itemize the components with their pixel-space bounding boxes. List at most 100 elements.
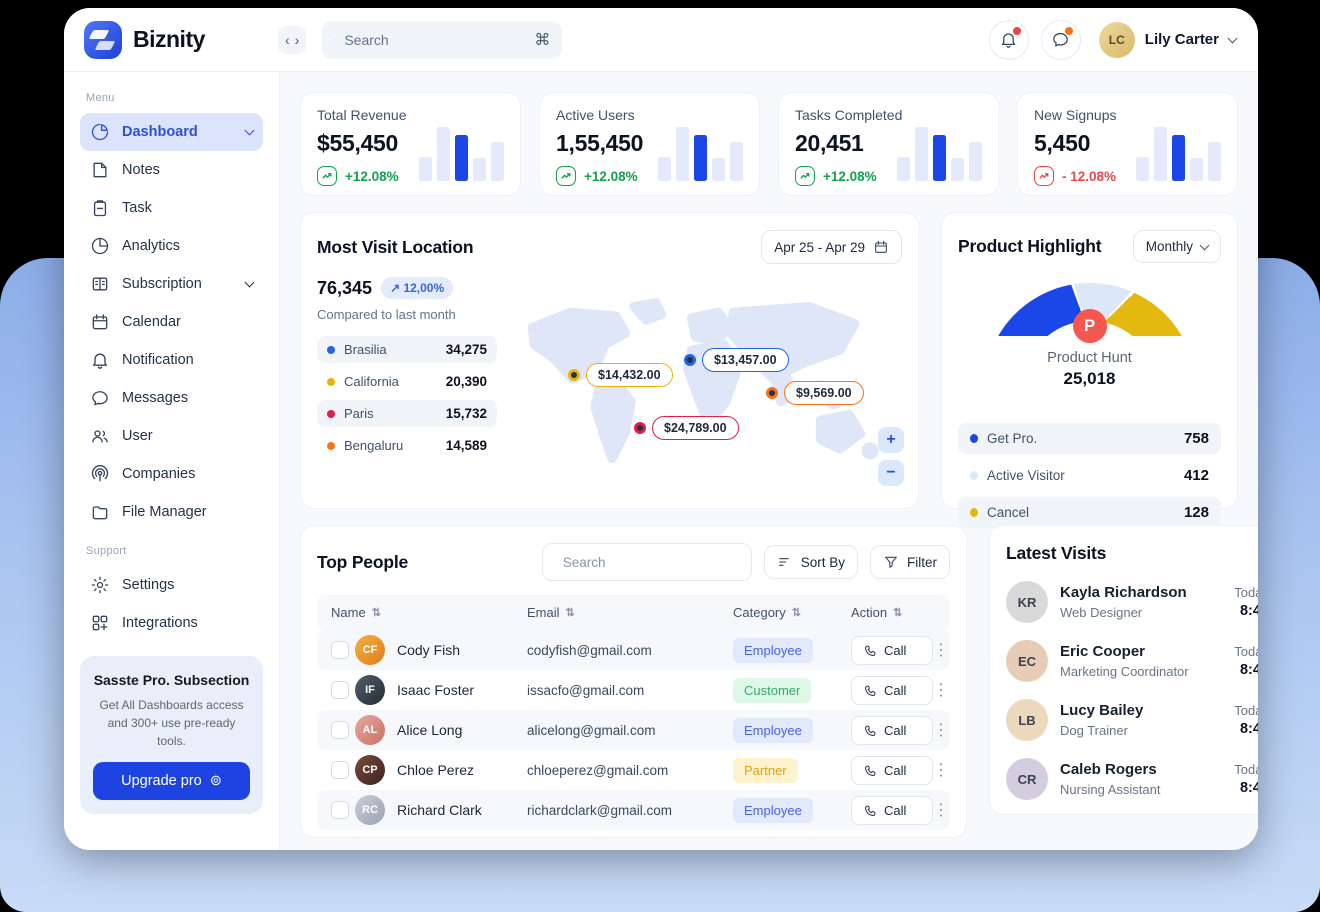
row-menu-button[interactable]: ⋮	[933, 760, 950, 780]
people-search[interactable]	[542, 543, 752, 581]
search-input[interactable]	[344, 32, 525, 48]
column-header-email[interactable]: Email⇅	[527, 605, 733, 620]
history-nav-buttons[interactable]: ‹ ›	[278, 26, 306, 54]
bell-icon	[90, 350, 110, 370]
gauge-value: 25,018	[984, 369, 1196, 389]
row-avatar: CP	[355, 755, 385, 785]
location-value: 15,732	[446, 406, 487, 421]
sidebar-item-label: Dashboard	[122, 124, 198, 140]
world-map[interactable]: $14,432.00 $13,457.00 $9,569.00 $24	[506, 285, 904, 498]
user-menu[interactable]: LC Lily Carter	[1099, 22, 1236, 58]
sidebar-item-analytics[interactable]: Analytics	[80, 227, 263, 265]
person-name: Isaac Foster	[397, 682, 527, 698]
row-checkbox[interactable]	[331, 641, 349, 659]
location-name: California	[344, 374, 399, 389]
chevron-down-icon	[245, 278, 255, 288]
stat-title: Active Users	[556, 107, 743, 123]
call-button[interactable]: Call	[851, 636, 933, 665]
sidebar-item-notification[interactable]: Notification	[80, 341, 263, 379]
sidebar-item-integrations[interactable]: Integrations	[80, 604, 263, 642]
row-menu-button[interactable]: ⋮	[933, 640, 950, 660]
sidebar-item-companies[interactable]: Companies	[80, 455, 263, 493]
visitor-role: Marketing Coordinator	[1060, 664, 1189, 679]
map-marker-dot	[634, 422, 646, 434]
date-range-picker[interactable]: Apr 25 - Apr 29	[761, 230, 902, 264]
legend-value: 758	[1184, 430, 1209, 447]
location-name: Paris	[344, 406, 374, 421]
users-icon	[90, 426, 110, 446]
sidebar-item-messages[interactable]: Messages	[80, 379, 263, 417]
column-header-name[interactable]: Name⇅	[331, 605, 527, 620]
map-label-brasilia[interactable]: $24,789.00	[634, 416, 739, 440]
row-menu-button[interactable]: ⋮	[933, 680, 950, 700]
person-name: Chloe Perez	[397, 762, 527, 778]
sidebar-item-label: Notification	[122, 352, 194, 368]
sidebar-item-settings[interactable]: Settings	[80, 566, 263, 604]
map-value-tag: $9,569.00	[784, 381, 864, 405]
map-label-california[interactable]: $14,432.00	[568, 363, 673, 387]
most-visit-location-card: Most Visit Location Apr 25 - Apr 29 76,3…	[300, 212, 919, 509]
phone-icon	[864, 644, 877, 657]
calendar-icon	[873, 239, 889, 255]
product-hunt-logo-icon: P	[1073, 309, 1107, 343]
filter-button[interactable]: Filter	[870, 545, 950, 579]
map-zoom-in-button[interactable]: +	[878, 427, 904, 453]
sidebar-item-user[interactable]: User	[80, 417, 263, 455]
sidebar-item-label: Messages	[122, 390, 188, 406]
row-menu-button[interactable]: ⋮	[933, 800, 950, 820]
row-checkbox[interactable]	[331, 801, 349, 819]
top-bar: Biznity ‹ › ⌘ LC Lily Carter	[64, 8, 1258, 72]
messages-button[interactable]	[1041, 20, 1081, 60]
sidebar-item-calendar[interactable]: Calendar	[80, 303, 263, 341]
map-zoom-out-button[interactable]: −	[878, 460, 904, 486]
location-name: Bengaluru	[344, 438, 403, 453]
map-label-europe[interactable]: $13,457.00	[684, 348, 789, 372]
legend-row: Get Pro. 758	[958, 423, 1221, 454]
sidebar-item-subscription[interactable]: Subscription	[80, 265, 263, 303]
person-name: Richard Clark	[397, 802, 527, 818]
chevron-down-icon	[1200, 240, 1210, 250]
map-marker-dot	[766, 387, 778, 399]
trend-up-icon	[556, 166, 576, 186]
map-marker-dot	[684, 354, 696, 366]
top-people-card: Top People Sort By	[300, 525, 967, 838]
upgrade-pro-button[interactable]: Upgrade pro ⊚	[93, 762, 250, 800]
sidebar-item-file-manager[interactable]: File Manager	[80, 493, 263, 531]
column-header-action[interactable]: Action⇅	[851, 605, 947, 620]
sidebar-item-task[interactable]: Task	[80, 189, 263, 227]
forward-chevron-icon[interactable]: ›	[295, 32, 300, 48]
column-label: Name	[331, 605, 366, 620]
legend-label: Cancel	[987, 505, 1029, 520]
visitor-avatar: LB	[1006, 699, 1048, 741]
visitor-avatar: EC	[1006, 640, 1048, 682]
location-dot	[327, 442, 335, 450]
row-checkbox[interactable]	[331, 681, 349, 699]
call-button[interactable]: Call	[851, 756, 933, 785]
row-avatar: IF	[355, 675, 385, 705]
call-button[interactable]: Call	[851, 676, 933, 705]
map-label-bengaluru[interactable]: $9,569.00	[766, 381, 864, 405]
mini-bar-chart	[419, 127, 504, 181]
people-search-input[interactable]	[563, 555, 740, 570]
search-icon	[334, 32, 335, 47]
column-header-category[interactable]: Category⇅	[733, 605, 851, 620]
map-value-tag: $14,432.00	[586, 363, 673, 387]
trend-text: +12.08%	[823, 169, 877, 184]
phone-icon	[864, 724, 877, 737]
global-search[interactable]: ⌘	[322, 21, 562, 59]
sort-by-button[interactable]: Sort By	[764, 545, 858, 579]
row-menu-button[interactable]: ⋮	[933, 720, 950, 740]
row-checkbox[interactable]	[331, 721, 349, 739]
period-select[interactable]: Monthly	[1133, 230, 1221, 263]
sidebar-item-dashboard[interactable]: Dashboard	[80, 113, 263, 151]
funnel-icon	[883, 554, 899, 570]
back-chevron-icon[interactable]: ‹	[285, 32, 290, 48]
sidebar-item-notes[interactable]: Notes	[80, 151, 263, 189]
notification-dot	[1013, 27, 1021, 35]
call-button[interactable]: Call	[851, 796, 933, 825]
row-checkbox[interactable]	[331, 761, 349, 779]
call-button[interactable]: Call	[851, 716, 933, 745]
sidebar-item-label: Analytics	[122, 238, 180, 254]
stat-card-new-signups: New Signups 5,450 - 12.08%	[1017, 92, 1238, 196]
notifications-button[interactable]	[989, 20, 1029, 60]
